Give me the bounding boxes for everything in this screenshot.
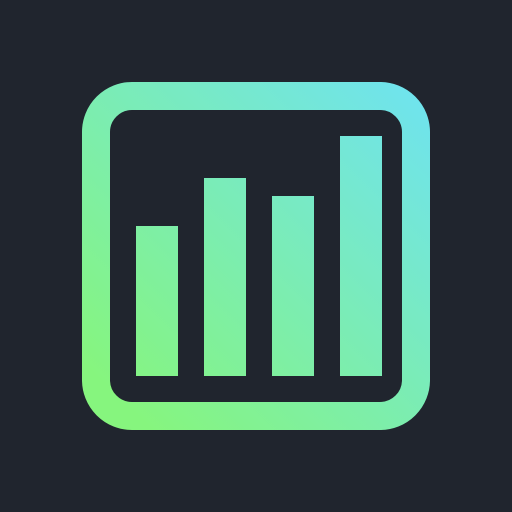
- bar-chart-icon: [0, 0, 512, 512]
- icon-background: [0, 0, 512, 512]
- bar-1: [136, 226, 178, 376]
- app-icon: [0, 0, 512, 512]
- bar-4: [340, 136, 382, 376]
- bar-2: [204, 178, 246, 376]
- bar-3: [272, 196, 314, 376]
